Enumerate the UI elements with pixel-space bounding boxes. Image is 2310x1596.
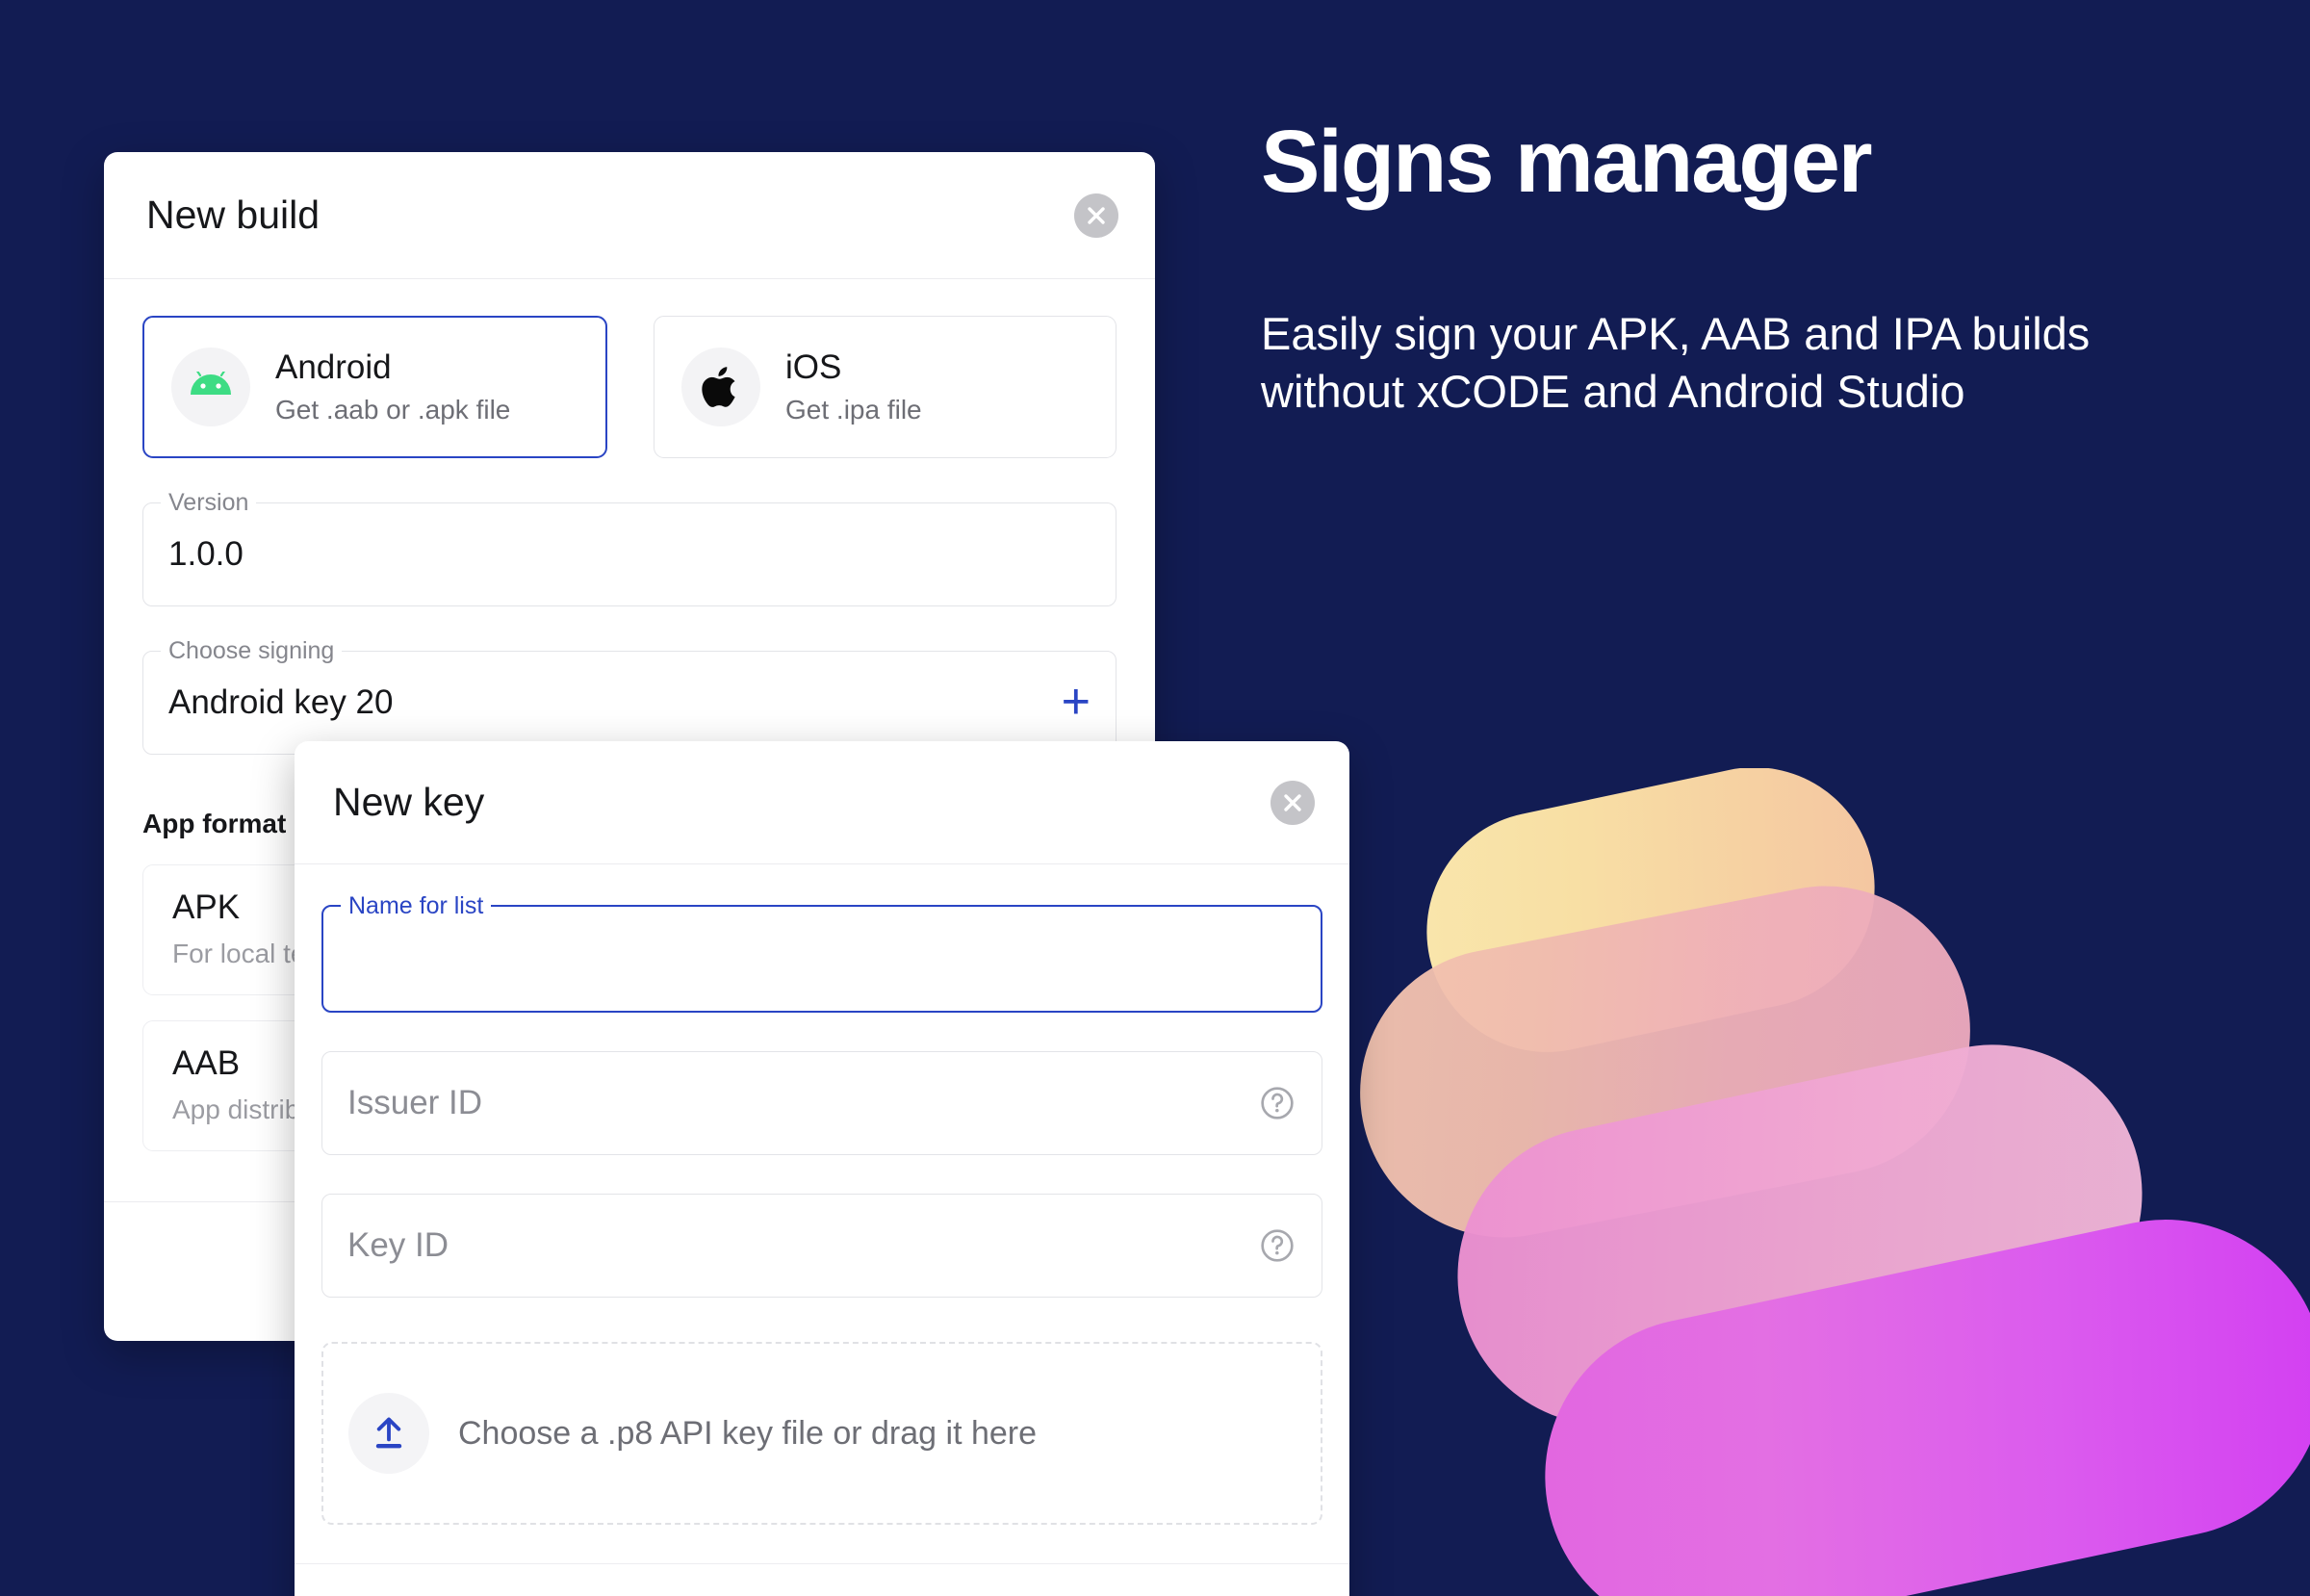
- apple-icon: [681, 348, 760, 426]
- decorative-pill-pink: [1429, 1017, 2170, 1454]
- new-key-footer-divider: [295, 1563, 1349, 1564]
- help-circle-icon[interactable]: [1258, 1084, 1296, 1122]
- choose-signing-field[interactable]: Choose signing Android key 20 +: [142, 639, 1116, 755]
- new-build-header: New build: [104, 152, 1155, 279]
- choose-signing-label: Choose signing: [161, 639, 343, 663]
- decorative-pill-peach: [1348, 861, 1995, 1263]
- hero-subtitle: Easily sign your APK, AAB and IPA builds…: [1261, 307, 2091, 417]
- platform-description: Get .ipa file: [785, 394, 922, 425]
- dropzone-label: Choose a .p8 API key file or drag it her…: [458, 1414, 1038, 1452]
- name-for-list-label: Name for list: [341, 894, 492, 918]
- version-field-label: Version: [161, 491, 257, 515]
- decorative-pill-magenta: [1515, 1190, 2310, 1596]
- key-id-field[interactable]: Key ID: [321, 1194, 1322, 1298]
- platform-name: iOS: [785, 348, 842, 386]
- issuer-id-field[interactable]: Issuer ID: [321, 1051, 1322, 1155]
- new-build-title: New build: [146, 193, 321, 237]
- close-icon[interactable]: [1074, 193, 1118, 238]
- help-circle-icon[interactable]: [1258, 1226, 1296, 1265]
- version-field[interactable]: Version 1.0.0: [142, 491, 1116, 606]
- hero-section: Signs manager Easily sign your APK, AAB …: [1261, 116, 2223, 421]
- name-for-list-field[interactable]: Name for list: [321, 894, 1322, 1013]
- version-field-value: 1.0.0: [168, 535, 244, 573]
- platform-description: Get .aab or .apk file: [275, 394, 511, 425]
- decorative-pill-yellow: [1404, 768, 1897, 1075]
- key-id-placeholder: Key ID: [347, 1226, 449, 1264]
- close-icon[interactable]: [1270, 780, 1315, 825]
- new-key-body: Name for list Issuer ID Key ID Choose a …: [295, 894, 1349, 1525]
- platform-card-android[interactable]: Android Get .aab or .apk file: [142, 316, 607, 458]
- platform-selector: Android Get .aab or .apk file iOS Get .i…: [142, 316, 1116, 458]
- add-signing-key-button[interactable]: +: [1062, 677, 1091, 727]
- p8-file-dropzone[interactable]: Choose a .p8 API key file or drag it her…: [321, 1342, 1322, 1525]
- issuer-id-placeholder: Issuer ID: [347, 1084, 483, 1121]
- platform-card-ios[interactable]: iOS Get .ipa file: [654, 316, 1116, 458]
- decorative-pills-graphic: [1348, 768, 2310, 1596]
- new-key-header: New key: [295, 741, 1349, 864]
- android-icon: [171, 348, 250, 426]
- new-key-title: New key: [333, 780, 485, 824]
- choose-signing-value: Android key 20: [168, 683, 394, 721]
- upload-icon: [348, 1393, 429, 1474]
- platform-name: Android: [275, 348, 392, 386]
- new-key-dialog: New key Name for list Issuer ID Key ID C…: [295, 741, 1349, 1596]
- page-title: Signs manager: [1261, 113, 1873, 211]
